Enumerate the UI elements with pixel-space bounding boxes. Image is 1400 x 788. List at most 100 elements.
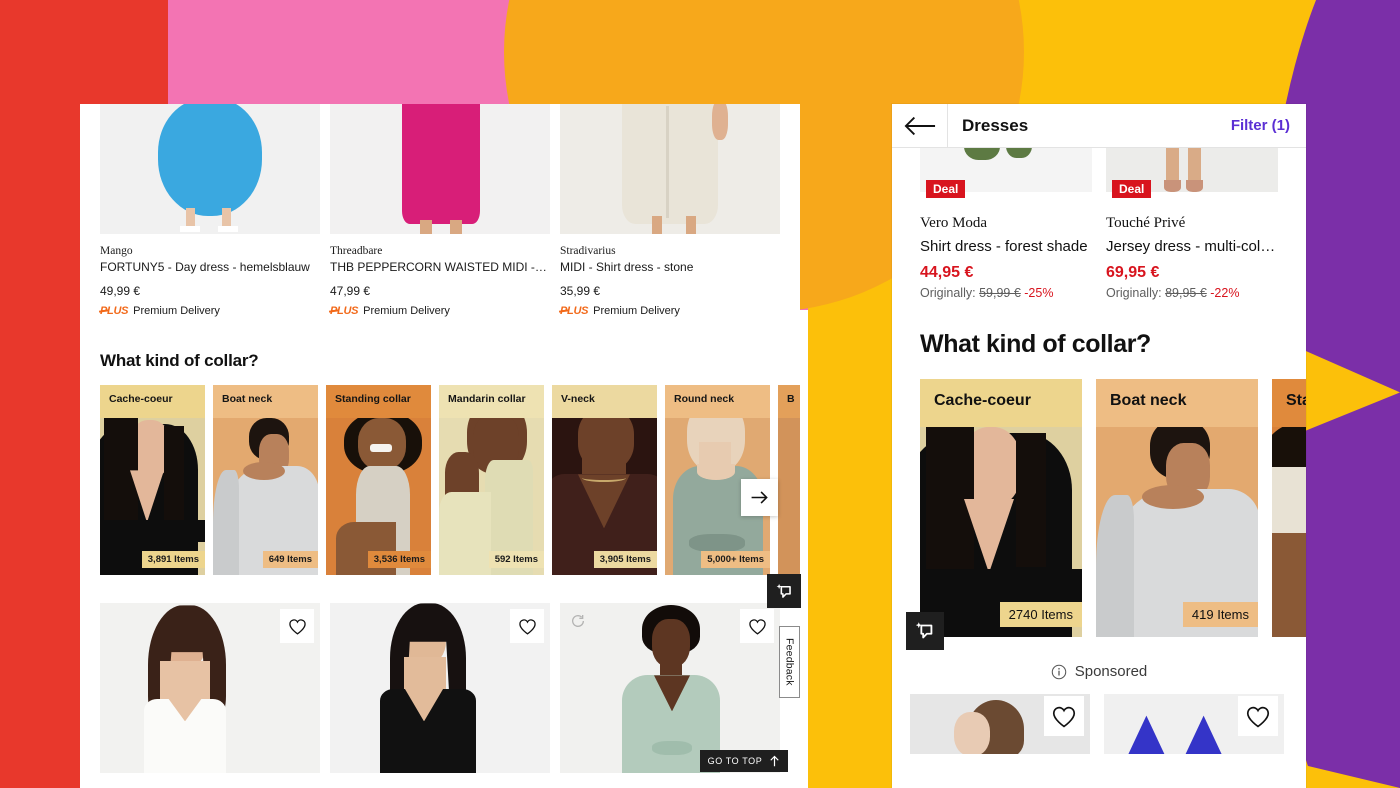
mobile-product-row-bottom xyxy=(892,694,1306,754)
product-card[interactable]: Deal Touché Privé Jersey dress - multi-c… xyxy=(1106,148,1278,300)
ai-select-badge[interactable] xyxy=(906,612,944,650)
product-original-price: Originally: 59,99 € -25% xyxy=(920,286,1092,300)
heart-outline-icon xyxy=(748,619,766,635)
product-original-price: Originally: 89,95 € -22% xyxy=(1106,286,1278,300)
product-card[interactable]: Deal Vero Moda Shirt dress - forest shad… xyxy=(920,148,1092,300)
product-image[interactable]: Deal xyxy=(1106,148,1278,204)
wishlist-button[interactable] xyxy=(1238,696,1278,736)
originally-label: Originally: xyxy=(1106,286,1162,300)
collar-tile-boat-neck[interactable]: Boat neck 419 Items xyxy=(1096,379,1258,637)
product-card[interactable]: Stradivarius MIDI - Shirt dress - stone … xyxy=(560,104,780,317)
collar-item-count: 3,905 Items xyxy=(593,551,657,569)
sponsored-label: Sponsored xyxy=(1074,663,1148,680)
collar-tile-image: 3,891 Items xyxy=(100,418,205,576)
delivery-label: Premium Delivery xyxy=(363,305,450,318)
product-card[interactable] xyxy=(330,603,550,774)
arrow-right-icon xyxy=(751,491,768,504)
mobile-app-panel: Dresses Filter (1) Deal Vero Moda Shirt … xyxy=(892,104,1306,788)
ai-select-icon xyxy=(915,622,933,639)
collar-tile-image xyxy=(1272,427,1306,637)
collar-tile-image: 3,536 Items xyxy=(326,418,431,576)
collar-tile-label: Cache-coeur xyxy=(920,379,1082,427)
go-to-top-label: GO TO TOP xyxy=(707,756,763,766)
collar-tile-standing-collar[interactable]: Standing collar 3,536 Items xyxy=(326,385,431,576)
originally-label: Originally: xyxy=(920,286,976,300)
product-brand: Stradivarius xyxy=(560,245,616,257)
deal-badge: Deal xyxy=(1112,180,1152,198)
collar-tile-v-neck[interactable]: V-neck 3,905 Items xyxy=(552,385,657,576)
original-price-value: 59,99 € xyxy=(979,286,1021,300)
collar-tile-boat-neck[interactable]: Boat neck 649 Items xyxy=(213,385,318,576)
collar-item-count: 3,891 Items xyxy=(141,551,205,569)
desktop-product-row-top: Mango FORTUNY5 - Day dress - hemelsblauw… xyxy=(80,104,800,317)
heart-outline-icon xyxy=(288,619,306,635)
back-button[interactable] xyxy=(892,104,948,148)
collar-tile-image xyxy=(778,418,800,576)
product-image[interactable] xyxy=(330,104,550,234)
collar-tile-label: Sta xyxy=(1272,379,1306,427)
section-title-collar: What kind of collar? xyxy=(100,351,259,371)
wishlist-button[interactable] xyxy=(1044,696,1084,736)
collar-tile-cache-coeur[interactable]: Cache-coeur 3,891 Items xyxy=(100,385,205,576)
collar-item-count: 419 Items xyxy=(1182,602,1258,627)
heart-outline-icon xyxy=(1246,706,1270,727)
product-card[interactable]: Threadbare THB PEPPERCORN WAISTED MIDI -… xyxy=(330,104,550,317)
arrow-left-icon xyxy=(904,116,935,135)
collar-tile-image: 3,905 Items xyxy=(552,418,657,576)
page-title: Dresses xyxy=(962,115,1029,135)
product-brand: Mango xyxy=(100,245,133,257)
product-image[interactable]: Deal xyxy=(920,148,1092,204)
product-image[interactable] xyxy=(560,104,780,234)
collar-tile-cache-coeur[interactable]: Cache-coeur 2740 Items xyxy=(920,379,1082,637)
plus-logo: PLUS xyxy=(330,305,359,318)
product-name: THB PEPPERCORN WAISTED MIDI - Day dr… xyxy=(330,259,550,274)
collar-item-count: 2740 Items xyxy=(999,602,1082,627)
refresh-icon[interactable] xyxy=(570,613,586,629)
product-price: 69,95 € xyxy=(1106,264,1160,281)
collar-tile-label: V-neck xyxy=(552,385,657,419)
feedback-tab[interactable]: Feedback xyxy=(779,626,800,698)
collar-tile-partial[interactable]: B xyxy=(778,385,800,576)
heart-outline-icon xyxy=(1052,706,1076,727)
product-name: FORTUNY5 - Day dress - hemelsblauw xyxy=(100,259,310,274)
discount-value: -22% xyxy=(1210,286,1240,300)
filter-button[interactable]: Filter (1) xyxy=(1231,117,1306,134)
mobile-product-row-top: Deal Vero Moda Shirt dress - forest shad… xyxy=(892,148,1306,300)
wishlist-button[interactable] xyxy=(280,609,314,644)
heart-outline-icon xyxy=(518,619,536,635)
delivery-badge: PLUS Premium Delivery xyxy=(330,305,550,317)
delivery-badge: PLUS Premium Delivery xyxy=(100,305,320,317)
collar-tile-image: 649 Items xyxy=(213,418,318,576)
feedback-label: Feedback xyxy=(783,638,796,686)
wishlist-button[interactable] xyxy=(510,609,544,644)
info-icon[interactable] xyxy=(1051,664,1067,680)
collar-tile-label: Mandarin collar xyxy=(439,385,544,419)
collar-tile-image: 592 Items xyxy=(439,418,544,576)
collar-tile-label: Standing collar xyxy=(326,385,431,419)
screenshot-root: Mango FORTUNY5 - Day dress - hemelsblauw… xyxy=(0,0,1400,788)
carousel-next-button[interactable] xyxy=(741,479,778,516)
mobile-header: Dresses Filter (1) xyxy=(892,104,1306,148)
product-image[interactable] xyxy=(100,104,320,234)
collar-item-count: 649 Items xyxy=(262,551,318,569)
collar-tile-partial[interactable]: Sta xyxy=(1272,379,1306,637)
go-to-top-button[interactable]: GO TO TOP xyxy=(700,750,788,772)
product-card[interactable]: Mango FORTUNY5 - Day dress - hemelsblauw… xyxy=(100,104,320,317)
product-card[interactable] xyxy=(560,603,780,774)
collar-tile-label: Cache-coeur xyxy=(100,385,205,419)
collar-carousel[interactable]: Cache-coeur 2740 Items Boat neck 419 Ite… xyxy=(892,379,1306,637)
collar-tile-mandarin-collar[interactable]: Mandarin collar 592 Items xyxy=(439,385,544,576)
ai-select-badge[interactable] xyxy=(767,574,801,608)
product-card[interactable] xyxy=(100,603,320,774)
product-card[interactable] xyxy=(910,694,1090,754)
deal-badge: Deal xyxy=(926,180,966,198)
collar-carousel[interactable]: Cache-coeur 3,891 Items Boat neck 649 It… xyxy=(80,385,800,576)
product-price: 35,99 € xyxy=(560,284,601,299)
product-card[interactable] xyxy=(1104,694,1284,754)
collar-tile-label: Round neck xyxy=(665,385,770,419)
product-name: Jersey dress - multi-col… xyxy=(1106,238,1276,255)
ai-select-icon xyxy=(776,583,791,598)
desktop-product-row-bottom xyxy=(80,603,800,774)
collar-item-count: 592 Items xyxy=(488,551,544,569)
wishlist-button[interactable] xyxy=(740,609,774,644)
